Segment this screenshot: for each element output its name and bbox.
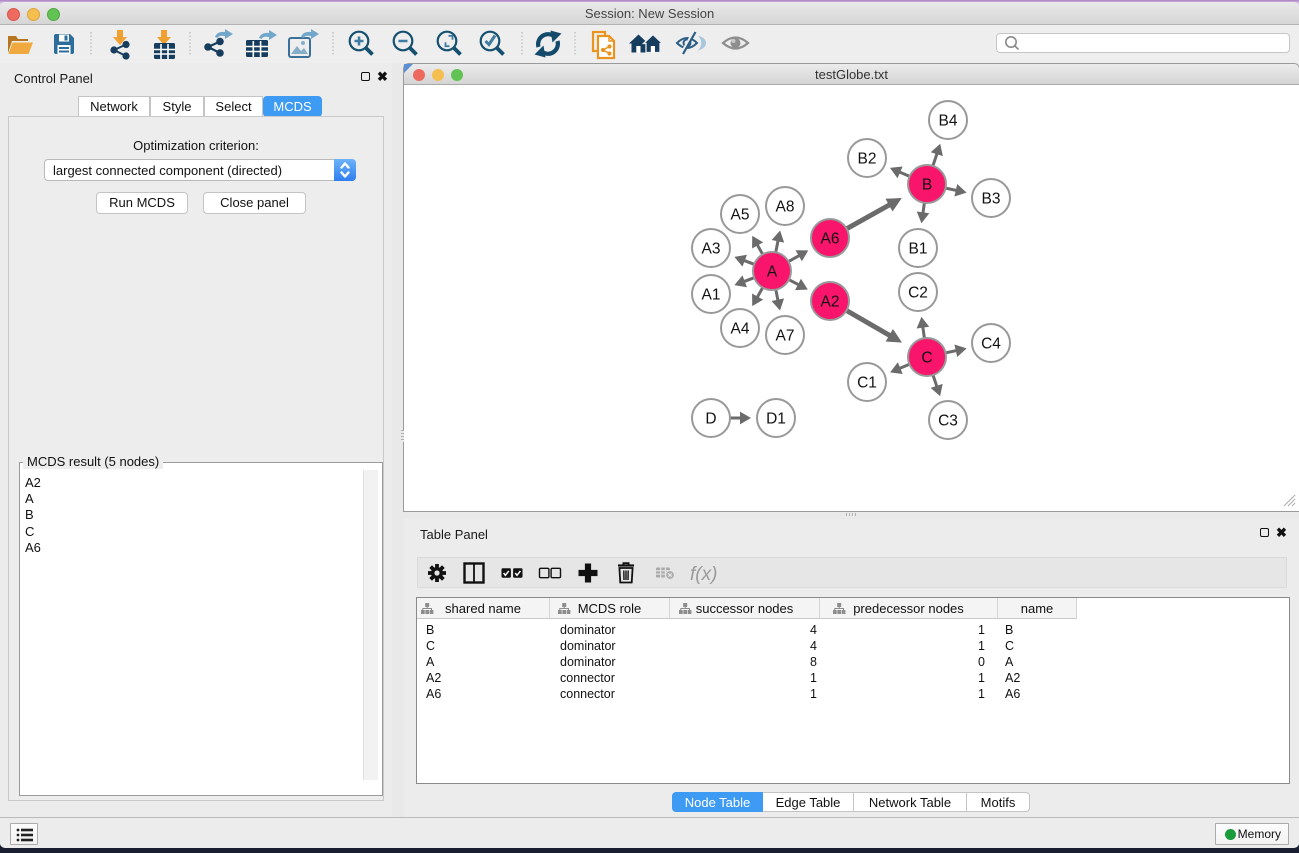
svg-text:D: D: [705, 411, 716, 428]
svg-text:A5: A5: [731, 207, 750, 224]
svg-text:C1: C1: [857, 375, 877, 392]
svg-text:B2: B2: [858, 151, 877, 168]
svg-text:C4: C4: [981, 336, 1001, 353]
svg-text:B: B: [922, 177, 932, 194]
svg-text:B4: B4: [939, 113, 958, 130]
svg-text:C3: C3: [938, 413, 958, 430]
svg-text:A: A: [767, 264, 778, 281]
svg-text:f(x): f(x): [690, 564, 717, 585]
svg-text:A3: A3: [702, 241, 721, 258]
svg-text:B1: B1: [909, 241, 928, 258]
svg-text:A4: A4: [731, 321, 750, 338]
svg-text:A7: A7: [776, 328, 795, 345]
svg-text:C2: C2: [908, 285, 928, 302]
svg-text:A2: A2: [821, 294, 840, 311]
svg-text:A8: A8: [776, 199, 795, 216]
svg-text:A1: A1: [702, 287, 721, 304]
svg-text:D1: D1: [766, 411, 786, 428]
svg-text:C: C: [921, 350, 932, 367]
svg-text:B3: B3: [982, 191, 1001, 208]
svg-text:A6: A6: [821, 231, 840, 248]
